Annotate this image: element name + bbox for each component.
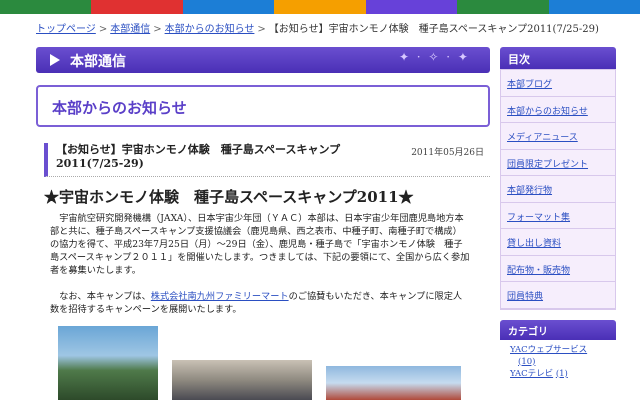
category-list: YACウェブサービス (10) YACテレビ (1) bbox=[500, 339, 616, 380]
camp-photo-sky bbox=[326, 366, 461, 400]
category-link[interactable]: YACウェブサービス bbox=[510, 345, 587, 355]
sidebar-menu: 本部ブログ 本部からのお知らせ メディアニュース 団員限定プレゼント 本部発行物… bbox=[500, 69, 616, 310]
color-strip-segment bbox=[91, 0, 183, 14]
sidebar-item-oshirase[interactable]: 本部からのお知らせ bbox=[501, 97, 615, 123]
sidebar-item-formats[interactable]: フォーマット集 bbox=[501, 203, 615, 229]
breadcrumb-separator: > bbox=[153, 24, 162, 35]
breadcrumb-home[interactable]: トップページ bbox=[36, 24, 96, 35]
breadcrumb-oshirase[interactable]: 本部からのお知らせ bbox=[165, 24, 255, 35]
sidebar-item-rental[interactable]: 貸し出し資料 bbox=[501, 229, 615, 256]
breadcrumb: トップページ > 本部通信 > 本部からのお知らせ > 【お知らせ】宇宙ホンモノ体験 種子島… bbox=[36, 20, 599, 35]
sidebar-item-distribution[interactable]: 配布物・販売物 bbox=[501, 256, 615, 282]
section-title: 本部通信 bbox=[70, 54, 126, 70]
breadcrumb-honbu-tsushin[interactable]: 本部通信 bbox=[110, 24, 150, 35]
breadcrumb-current: 【お知らせ】宇宙ホンモノ体験 種子島スペースキャンプ2011(7/25-29) bbox=[268, 24, 599, 35]
sidebar-item-publications[interactable]: 本部発行物 bbox=[501, 176, 615, 203]
color-strip-segment bbox=[182, 0, 275, 14]
sponsor-link[interactable]: 株式会社南九州ファミリーマート bbox=[151, 291, 289, 302]
camp-photo-trees bbox=[58, 326, 158, 400]
breadcrumb-separator: > bbox=[98, 24, 108, 35]
page-title: 本部からのお知らせ bbox=[52, 99, 187, 117]
sidebar-header: 目次 bbox=[500, 47, 616, 69]
article-paragraph-1: 宇宙航空研究開発機構（JAXA）、日本宇宙少年団（ＹＡＣ）本部は、日本宇宙少年団… bbox=[50, 213, 470, 276]
stars-decoration-icon: ✦ · ✧ · ✦ bbox=[398, 50, 470, 64]
color-strip-segment bbox=[365, 0, 458, 14]
color-strip-segment bbox=[0, 0, 92, 14]
sidebar-item-media-news[interactable]: メディアニュース bbox=[501, 123, 615, 150]
paragraph-text: なお、本キャンプは、 bbox=[59, 291, 151, 302]
top-color-strip bbox=[0, 0, 640, 14]
category-count[interactable]: (1) bbox=[556, 369, 568, 379]
section-header-bar: 本部通信 ✦ · ✧ · ✦ bbox=[36, 47, 490, 73]
article-header: 【お知らせ】宇宙ホンモノ体験 種子島スペースキャンプ2011(7/25-29) … bbox=[44, 143, 490, 177]
breadcrumb-separator: > bbox=[257, 24, 266, 35]
color-strip-segment bbox=[548, 0, 640, 14]
color-strip-segment bbox=[274, 0, 366, 14]
article-title: 【お知らせ】宇宙ホンモノ体験 種子島スペースキャンプ2011(7/25-29) bbox=[56, 143, 341, 170]
category-header: カテゴリ bbox=[500, 319, 616, 340]
page-title-box: 本部からのお知らせ bbox=[36, 85, 490, 127]
color-strip-segment bbox=[457, 0, 549, 14]
category-count[interactable]: (10) bbox=[510, 357, 535, 367]
sidebar-item-blog[interactable]: 本部ブログ bbox=[501, 70, 615, 97]
category-link[interactable]: YACテレビ bbox=[510, 369, 553, 379]
article-date: 2011年05月26日 bbox=[411, 148, 484, 158]
sidebar-item-present[interactable]: 団員限定プレゼント bbox=[501, 150, 615, 176]
arrow-icon bbox=[50, 54, 60, 66]
article-heading: ★宇宙ホンモノ体験 種子島スペースキャンプ2011★ bbox=[44, 188, 414, 206]
sidebar-item-benefits[interactable]: 団員特典 bbox=[501, 282, 615, 309]
sidebar: 目次 本部ブログ 本部からのお知らせ メディアニュース 団員限定プレゼント 本部… bbox=[500, 47, 616, 380]
camp-photo-children bbox=[172, 360, 312, 400]
article-paragraph-2: なお、本キャンプは、株式会社南九州ファミリーマートのご協賛もいただき、本キャンプ… bbox=[50, 290, 470, 316]
